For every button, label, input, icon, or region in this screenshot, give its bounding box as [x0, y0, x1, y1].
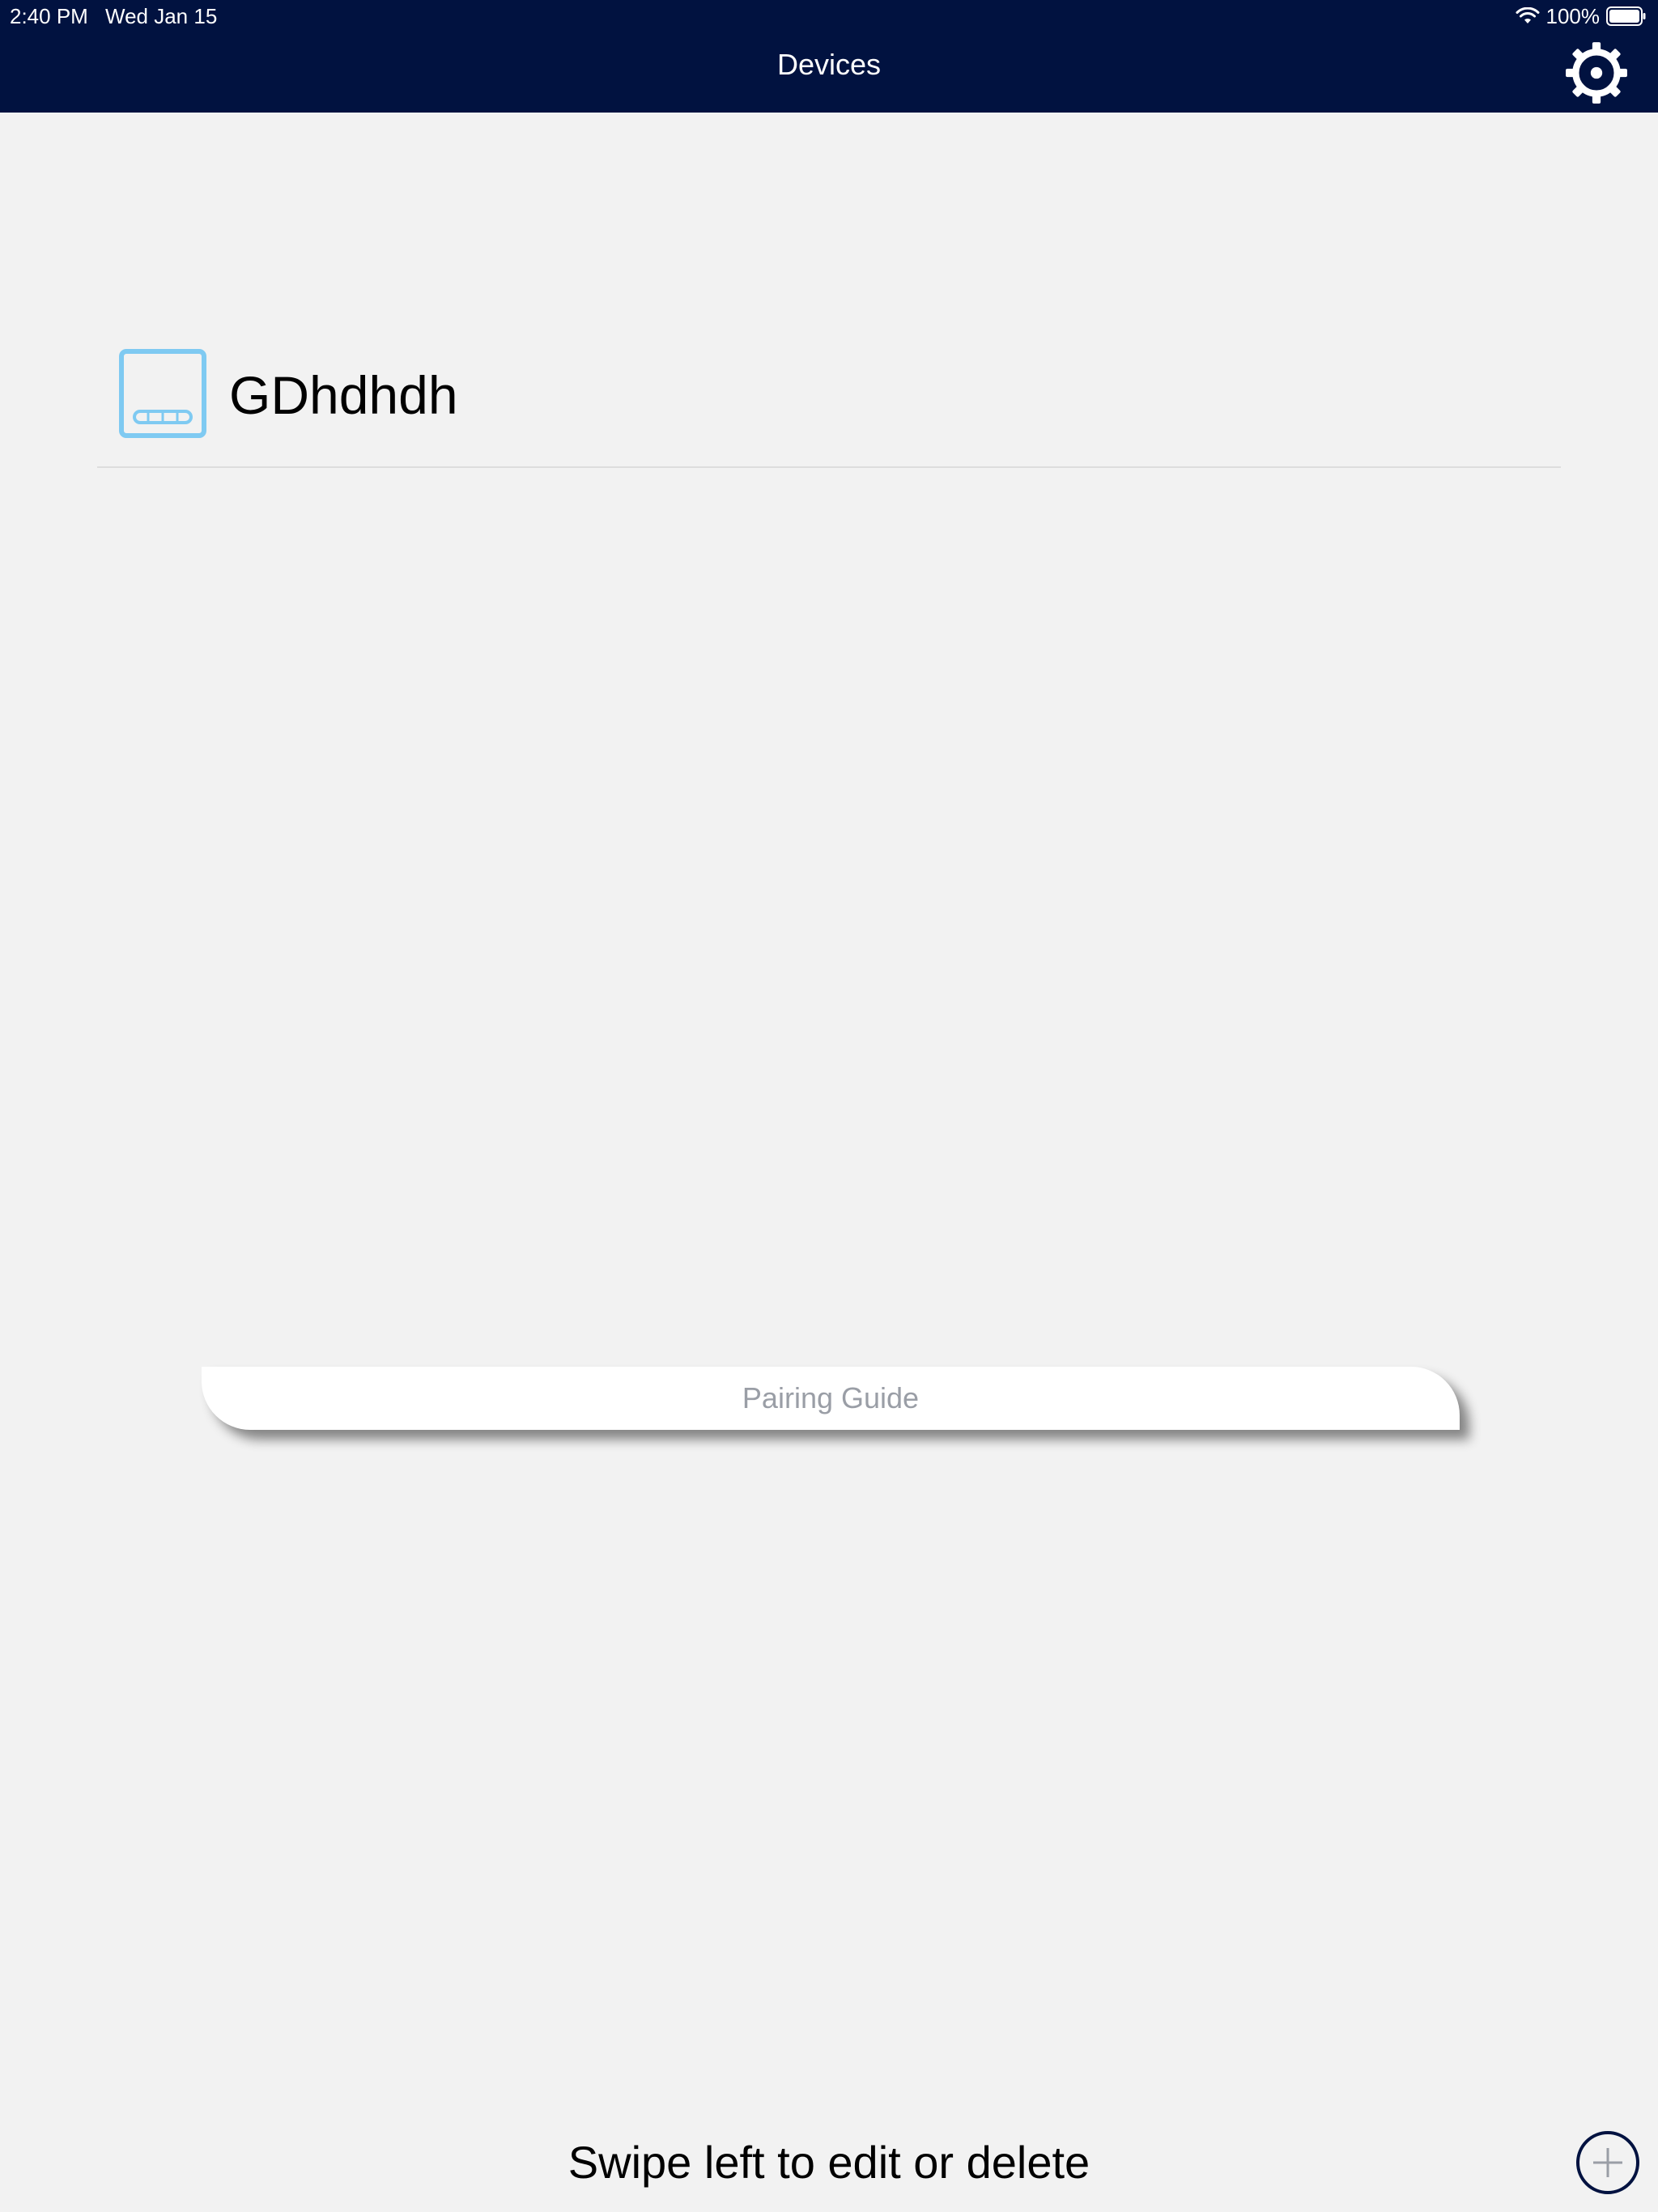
status-indicators: 100%	[1516, 3, 1647, 29]
device-icon	[118, 348, 207, 439]
page-title: Devices	[776, 48, 882, 81]
settings-button[interactable]	[1559, 40, 1634, 105]
status-time: 2:40 PM	[10, 4, 88, 28]
plus-circle-icon	[1576, 2131, 1639, 2194]
battery-icon	[1606, 6, 1646, 26]
pairing-guide-button[interactable]: Pairing Guide	[202, 1367, 1460, 1430]
add-device-button[interactable]	[1575, 2130, 1640, 2195]
swipe-hint-text: Swipe left to edit or delete	[568, 2137, 1090, 2188]
devices-screen: 2:40 PM Wed Jan 15 100% Devices GDhdhdh …	[0, 0, 1658, 2212]
wifi-icon	[1516, 7, 1539, 23]
battery-percent: 100%	[1545, 3, 1601, 28]
device-name: GDhdhdh	[229, 365, 458, 425]
gear-icon	[1566, 42, 1627, 104]
status-date: Wed Jan 15	[105, 4, 218, 28]
pairing-guide-label: Pairing Guide	[742, 1381, 920, 1414]
device-list-item[interactable]: GDhdhdh	[97, 330, 1561, 468]
header-bar: 2:40 PM Wed Jan 15 100% Devices	[0, 0, 1658, 113]
